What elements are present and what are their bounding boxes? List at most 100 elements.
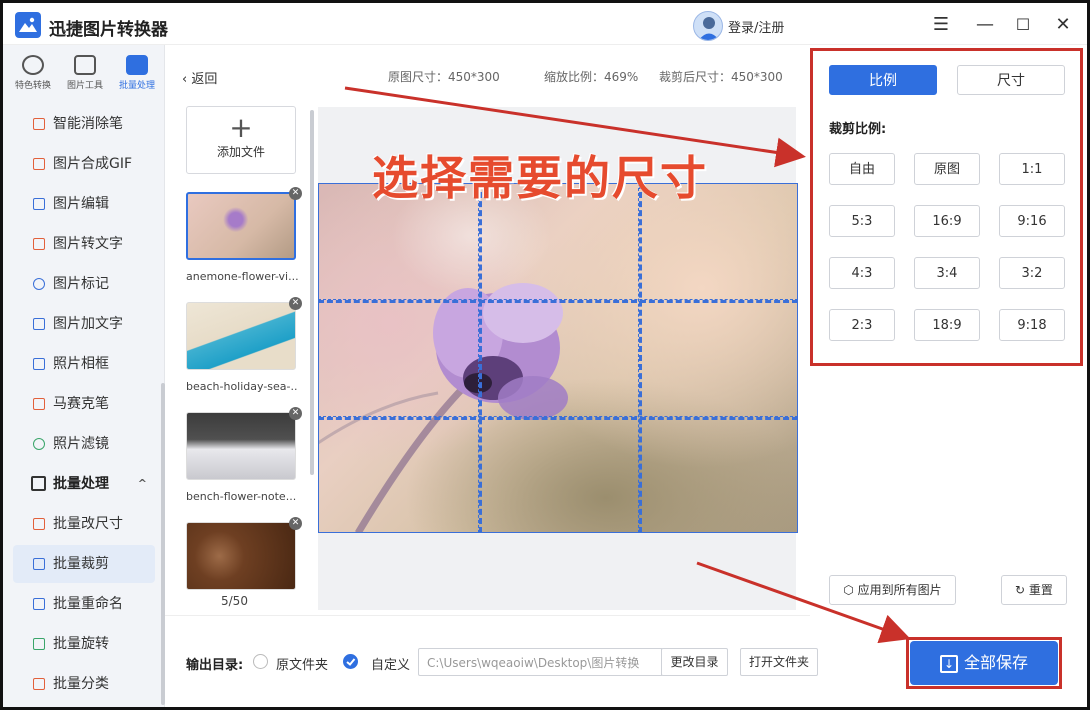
close-icon[interactable]: ✕ <box>1051 13 1075 37</box>
remove-file-icon[interactable]: ✕ <box>289 297 302 310</box>
sidebar-item-edit[interactable]: 图片编辑 <box>13 185 155 223</box>
sidebar-item-mosaic[interactable]: 马赛克笔 <box>13 385 155 423</box>
file-thumbnail[interactable] <box>186 522 296 590</box>
file-list-scrollbar[interactable] <box>310 110 314 475</box>
sidebar-item-filter[interactable]: 照片滤镜 <box>13 425 155 463</box>
add-text-icon <box>33 318 45 330</box>
frame-icon <box>33 358 45 370</box>
sidebar-item-batch-rotate[interactable]: 批量旋转 <box>13 625 155 663</box>
remove-file-icon[interactable]: ✕ <box>289 187 302 200</box>
ratio-option[interactable]: 4:3 <box>829 257 895 289</box>
batch-icon <box>126 55 148 75</box>
ratio-option[interactable]: 2:3 <box>829 309 895 341</box>
sidebar-item-label: 图片加文字 <box>53 316 123 332</box>
file-name: anemone-flower-vi... <box>186 270 298 283</box>
file-thumbnail[interactable] <box>186 302 296 370</box>
sidebar-item-label: 马赛克笔 <box>53 396 109 412</box>
sidebar-tabs: 特色转换 图片工具 批量处理 <box>3 45 165 103</box>
ratio-option[interactable]: 原图 <box>914 153 980 185</box>
tab-ratio[interactable]: 比例 <box>829 65 937 95</box>
sidebar-group-label: 批量处理 <box>53 476 109 492</box>
app-logo-icon <box>15 12 41 38</box>
ratio-option[interactable]: 16:9 <box>914 205 980 237</box>
sidebar-item-add-text[interactable]: 图片加文字 <box>13 305 155 343</box>
remove-file-icon[interactable]: ✕ <box>289 517 302 530</box>
chevron-left-icon: ‹ <box>182 72 192 87</box>
sidebar-item-gif[interactable]: 图片合成GIF <box>13 145 155 183</box>
sidebar-group-batch[interactable]: 批量处理 ^ <box>13 465 155 503</box>
gif-icon <box>33 158 45 170</box>
ocr-icon <box>33 238 45 250</box>
ratio-option[interactable]: 自由 <box>829 153 895 185</box>
reset-icon: ↻ <box>1015 583 1029 597</box>
ratio-option[interactable]: 5:3 <box>829 205 895 237</box>
file-name: bench-flower-note... <box>186 490 297 503</box>
crop-icon <box>33 558 45 570</box>
ratio-option[interactable]: 9:16 <box>999 205 1065 237</box>
reset-button[interactable]: ↻ 重置 <box>1001 575 1067 605</box>
apply-all-button[interactable]: ⬡ 应用到所有图片 <box>829 575 956 605</box>
file-count: 5/50 <box>221 594 248 608</box>
edit-icon <box>33 198 45 210</box>
open-folder-button[interactable]: 打开文件夹 <box>740 648 818 676</box>
crop-frame[interactable] <box>318 183 798 533</box>
sidebar-item-label: 图片转文字 <box>53 236 123 252</box>
ratio-option[interactable]: 18:9 <box>914 309 980 341</box>
sidebar-item-ocr[interactable]: 图片转文字 <box>13 225 155 263</box>
change-dir-button[interactable]: 更改目录 <box>661 648 728 676</box>
remove-file-icon[interactable]: ✕ <box>289 407 302 420</box>
classify-icon <box>33 678 45 690</box>
mark-icon <box>33 278 45 290</box>
sidebar-item-batch-resize[interactable]: 批量改尺寸 <box>13 505 155 543</box>
sidebar-item-eraser-pen[interactable]: 智能消除笔 <box>13 105 155 143</box>
crop-grid-line <box>318 416 798 420</box>
option-custom-label: 自定义 <box>371 658 411 673</box>
sidebar-item-label: 批量裁剪 <box>53 556 109 572</box>
sidebar-item-batch-classify[interactable]: 批量分类 <box>13 665 155 703</box>
sidebar-item-batch-rename[interactable]: 批量重命名 <box>13 585 155 623</box>
crop-grid-line <box>638 183 642 533</box>
sidebar-item-label: 图片编辑 <box>53 196 109 212</box>
tab-batch-process[interactable]: 批量处理 <box>111 55 163 91</box>
tab-special-convert[interactable]: 特色转换 <box>7 55 59 91</box>
sidebar: 特色转换 图片工具 批量处理 智能消除笔 图片合成GIF 图片编辑 图片转文字 … <box>3 45 165 707</box>
ratio-option[interactable]: 3:4 <box>914 257 980 289</box>
sidebar-item-mark[interactable]: 图片标记 <box>13 265 155 303</box>
ratio-option[interactable]: 9:18 <box>999 309 1065 341</box>
maximize-icon[interactable]: ☐ <box>1011 13 1035 37</box>
save-all-button[interactable]: ↓ 全部保存 <box>910 641 1058 685</box>
output-path-field[interactable] <box>418 648 662 676</box>
sidebar-item-label: 批量改尺寸 <box>53 516 123 532</box>
sidebar-item-batch-crop[interactable]: 批量裁剪 <box>13 545 155 583</box>
sidebar-item-label: 智能消除笔 <box>53 116 123 132</box>
title-bar: 迅捷图片转换器 登录/注册 ☰ — ☐ ✕ <box>3 3 1087 45</box>
annotation-text: 选择需要的尺寸 <box>372 151 708 205</box>
sidebar-item-frame[interactable]: 照片相框 <box>13 345 155 383</box>
tab-size[interactable]: 尺寸 <box>957 65 1065 95</box>
avatar[interactable] <box>693 11 723 41</box>
login-register-link[interactable]: 登录/注册 <box>728 17 784 36</box>
chevron-up-icon[interactable]: ^ <box>138 465 147 503</box>
plus-icon: + <box>229 111 253 144</box>
save-all-label: 全部保存 <box>963 653 1028 672</box>
tab-image-tools[interactable]: 图片工具 <box>59 55 111 91</box>
reset-label: 重置 <box>1028 583 1053 597</box>
sidebar-item-label: 照片滤镜 <box>53 436 109 452</box>
back-button[interactable]: ‹ 返回 <box>182 68 217 87</box>
convert-icon <box>22 55 44 75</box>
rotate-icon <box>33 638 45 650</box>
ratio-option[interactable]: 1:1 <box>999 153 1065 185</box>
file-thumbnail[interactable] <box>186 412 296 480</box>
download-icon: ↓ <box>939 654 958 673</box>
add-file-button[interactable]: + 添加文件 <box>186 106 296 174</box>
file-thumbnail[interactable] <box>186 192 296 260</box>
menu-icon[interactable]: ☰ <box>929 13 953 37</box>
minimize-icon[interactable]: — <box>973 13 997 37</box>
apply-all-label: 应用到所有图片 <box>857 583 942 597</box>
filter-icon <box>33 438 45 450</box>
radio-original-folder[interactable] <box>253 654 268 669</box>
ratio-option[interactable]: 3:2 <box>999 257 1065 289</box>
tab-label: 批量处理 <box>118 81 155 91</box>
sidebar-item-label: 批量分类 <box>53 676 109 692</box>
radio-custom[interactable] <box>343 654 358 669</box>
